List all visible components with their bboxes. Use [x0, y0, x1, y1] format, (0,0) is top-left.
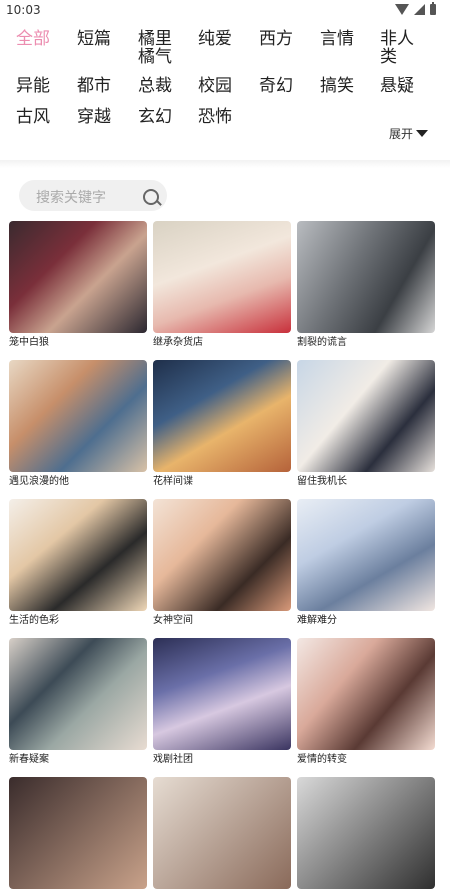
comic-card[interactable] — [9, 777, 149, 889]
comic-card[interactable] — [297, 777, 437, 889]
category-pure-love[interactable]: 纯爱 — [198, 30, 232, 48]
category-ancient[interactable]: 古风 — [16, 108, 50, 126]
comic-card[interactable]: 继承杂货店 — [153, 221, 293, 349]
comic-card[interactable]: 留住我机长 — [297, 360, 437, 488]
search-input[interactable]: 搜索关键字 — [19, 180, 167, 211]
comic-cover[interactable] — [9, 221, 147, 333]
comic-card[interactable]: 戏剧社团 — [153, 638, 293, 766]
signal-icon — [414, 4, 425, 15]
category-all[interactable]: 全部 — [16, 30, 50, 48]
category-ceo[interactable]: 总裁 — [138, 77, 172, 95]
category-non-human[interactable]: 非人 类 — [380, 30, 414, 66]
comic-title[interactable]: 笼中白狼 — [9, 337, 149, 349]
status-bar: 10:03 — [0, 0, 450, 22]
status-time: 10:03 — [6, 3, 41, 17]
category-campus[interactable]: 校园 — [198, 77, 232, 95]
comic-card[interactable]: 生活的色彩 — [9, 499, 149, 627]
category-superpower[interactable]: 异能 — [16, 77, 50, 95]
comic-cover[interactable] — [297, 360, 435, 472]
category-romance[interactable]: 言情 — [320, 30, 354, 48]
category-western[interactable]: 西方 — [259, 30, 293, 48]
comic-card[interactable]: 爱情的转变 — [297, 638, 437, 766]
comic-title[interactable]: 戏剧社团 — [153, 754, 293, 766]
comic-cover[interactable] — [297, 638, 435, 750]
comic-card[interactable]: 割裂的谎言 — [297, 221, 437, 349]
triangle-down-icon — [416, 130, 429, 137]
comic-title[interactable]: 花样间谍 — [153, 476, 293, 488]
battery-icon — [430, 2, 436, 15]
comic-title[interactable]: 遇见浪漫的他 — [9, 476, 149, 488]
comic-cover[interactable] — [297, 499, 435, 611]
category-xuanhuan[interactable]: 玄幻 — [138, 108, 172, 126]
search-placeholder: 搜索关键字 — [36, 190, 106, 206]
category-comedy[interactable]: 搞笑 — [320, 77, 354, 95]
comic-card[interactable]: 遇见浪漫的他 — [9, 360, 149, 488]
section-divider — [0, 160, 450, 168]
comic-cover[interactable] — [9, 499, 147, 611]
comic-cover[interactable] — [153, 499, 291, 611]
category-mystery[interactable]: 悬疑 — [380, 77, 414, 95]
comic-cover[interactable] — [9, 360, 147, 472]
comic-title[interactable]: 割裂的谎言 — [297, 337, 437, 349]
comic-title[interactable]: 女神空间 — [153, 615, 293, 627]
comic-card[interactable]: 花样间谍 — [153, 360, 293, 488]
search-icon[interactable] — [143, 189, 159, 205]
category-horror[interactable]: 恐怖 — [198, 108, 232, 126]
comic-card[interactable] — [153, 777, 293, 889]
comic-cover[interactable] — [9, 777, 147, 889]
comic-card[interactable]: 新春疑案 — [9, 638, 149, 766]
comic-cover[interactable] — [153, 221, 291, 333]
wifi-icon — [395, 4, 409, 15]
expand-button[interactable]: 展开 — [389, 125, 429, 142]
category-short[interactable]: 短篇 — [77, 30, 111, 48]
comic-title[interactable]: 生活的色彩 — [9, 615, 149, 627]
comic-cover[interactable] — [153, 638, 291, 750]
comic-title[interactable]: 留住我机长 — [297, 476, 437, 488]
category-fantasy[interactable]: 奇幻 — [259, 77, 293, 95]
category-urban[interactable]: 都市 — [77, 77, 111, 95]
status-icons — [395, 2, 436, 15]
comic-cover[interactable] — [153, 777, 291, 889]
comic-title[interactable]: 爱情的转变 — [297, 754, 437, 766]
comic-cover[interactable] — [297, 777, 435, 889]
comic-cover[interactable] — [297, 221, 435, 333]
comic-card[interactable]: 女神空间 — [153, 499, 293, 627]
comic-title[interactable]: 难解难分 — [297, 615, 437, 627]
comic-cover[interactable] — [153, 360, 291, 472]
expand-label: 展开 — [389, 127, 414, 141]
category-juli[interactable]: 橘里 橘气 — [138, 30, 172, 66]
category-time-travel[interactable]: 穿越 — [77, 108, 111, 126]
comic-card[interactable]: 难解难分 — [297, 499, 437, 627]
comic-card[interactable]: 笼中白狼 — [9, 221, 149, 349]
comic-cover[interactable] — [9, 638, 147, 750]
comic-title[interactable]: 继承杂货店 — [153, 337, 293, 349]
comic-title[interactable]: 新春疑案 — [9, 754, 149, 766]
